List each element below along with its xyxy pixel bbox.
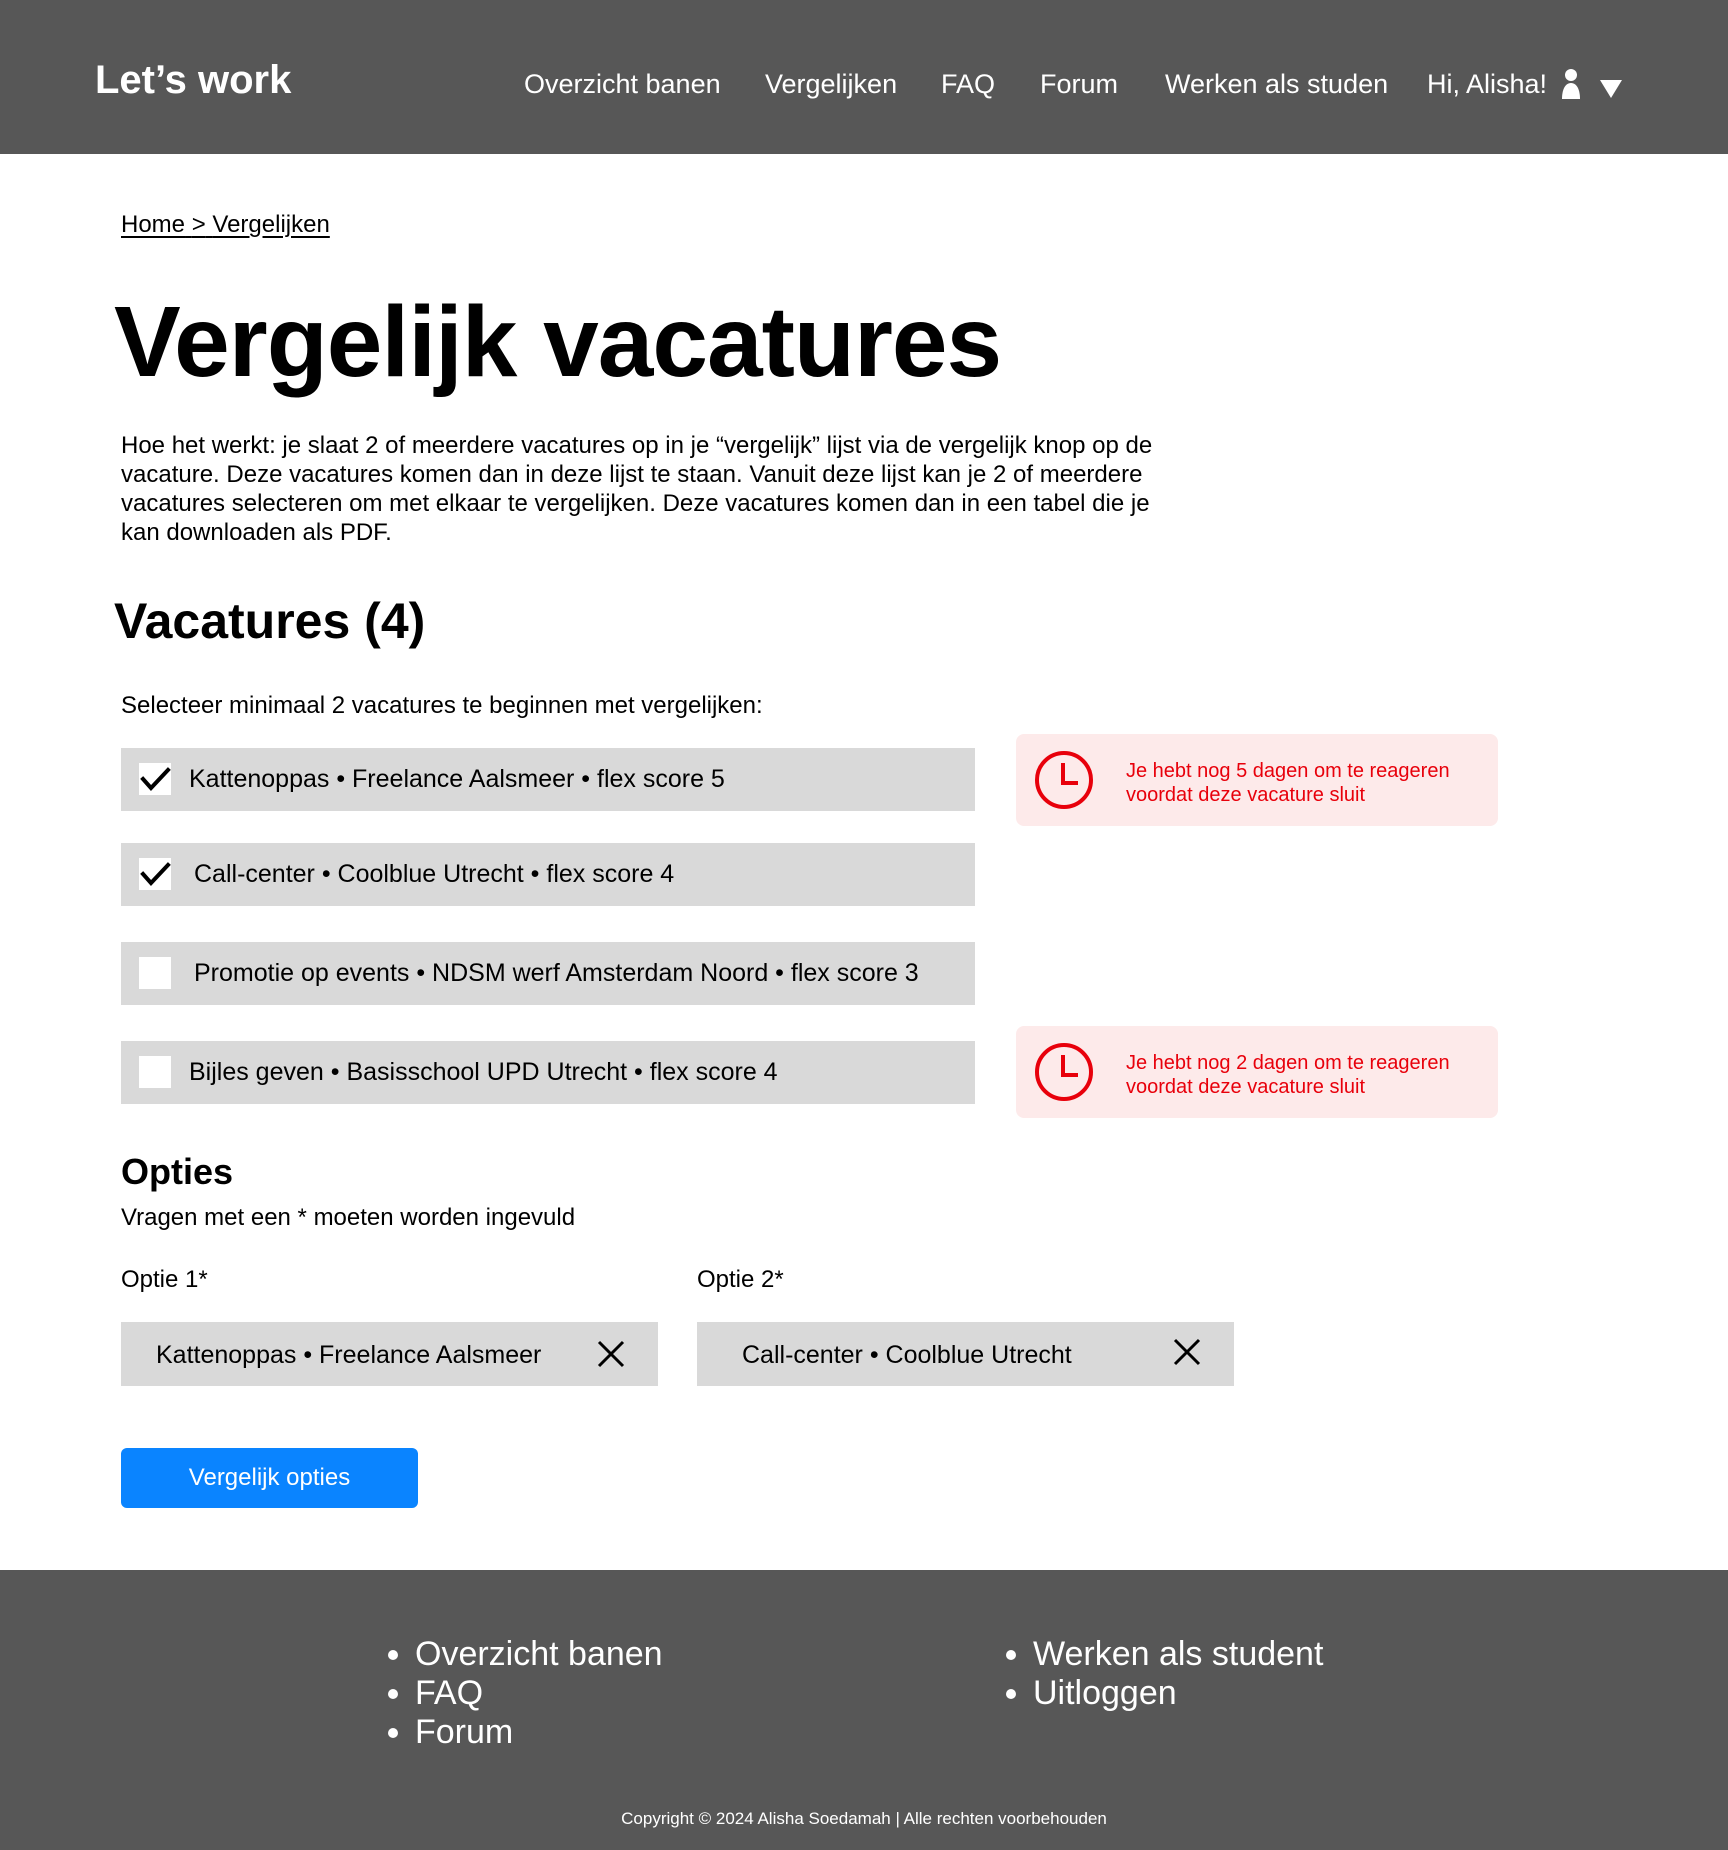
close-icon[interactable] bbox=[1172, 1337, 1202, 1367]
footer-link-overzicht-banen[interactable]: Overzicht banen bbox=[415, 1635, 663, 1674]
breadcrumb-home[interactable]: Home bbox=[121, 211, 185, 238]
optie-1-field[interactable]: Kattenoppas • Freelance Aalsmeer bbox=[121, 1322, 658, 1386]
alert-text: Je hebt nog 5 dagen om te reageren voord… bbox=[1126, 760, 1450, 806]
vacature-row-3[interactable]: Promotie op events • NDSM werf Amsterdam… bbox=[121, 942, 975, 1005]
optie-1-label: Optie 1* bbox=[121, 1266, 208, 1293]
vacature-label: Promotie op events • NDSM werf Amsterdam… bbox=[194, 959, 919, 987]
optie-1-value: Kattenoppas • Freelance Aalsmeer bbox=[156, 1341, 542, 1369]
footer-links-right: Werken als student Uitloggen bbox=[1003, 1635, 1323, 1713]
footer-links-left: Overzicht banen FAQ Forum bbox=[385, 1635, 663, 1752]
select-hint: Selecteer minimaal 2 vacatures te beginn… bbox=[121, 692, 763, 719]
footer-link-werken-als-student[interactable]: Werken als student bbox=[1033, 1635, 1323, 1674]
checkmark-icon bbox=[140, 862, 171, 886]
nav-link-forum[interactable]: Forum bbox=[1040, 71, 1118, 98]
user-greeting[interactable]: Hi, Alisha! bbox=[1427, 71, 1547, 98]
vacature-row-1[interactable]: Kattenoppas • Freelance Aalsmeer • flex … bbox=[121, 748, 975, 811]
dropdown-arrow-icon[interactable] bbox=[1600, 80, 1622, 98]
optie-2-field[interactable]: Call-center • Coolblue Utrecht bbox=[697, 1322, 1234, 1386]
copyright-text: Copyright © 2024 Alisha Soedamah | Alle … bbox=[621, 1809, 1107, 1828]
user-icon[interactable] bbox=[1561, 68, 1581, 100]
clock-icon bbox=[1034, 750, 1094, 810]
footer-link-faq[interactable]: FAQ bbox=[415, 1674, 663, 1713]
checkmark-icon bbox=[140, 767, 171, 791]
optie-2-label: Optie 2* bbox=[697, 1266, 784, 1293]
opties-hint: Vragen met een * moeten worden ingevuld bbox=[121, 1204, 576, 1231]
nav-link-faq[interactable]: FAQ bbox=[941, 71, 995, 98]
vacature-checkbox-1[interactable] bbox=[139, 763, 171, 795]
vacature-label: Bijles geven • Basisschool UPD Utrecht •… bbox=[189, 1058, 778, 1086]
vacature-checkbox-3[interactable] bbox=[139, 957, 171, 989]
vacature-checkbox-2[interactable] bbox=[139, 858, 171, 890]
breadcrumb: Home > Vergelijken bbox=[121, 211, 330, 240]
nav-link-overzicht-banen[interactable]: Overzicht banen bbox=[524, 71, 721, 98]
close-icon[interactable] bbox=[596, 1339, 626, 1369]
vacature-label: Call-center • Coolblue Utrecht • flex sc… bbox=[194, 860, 675, 888]
alert-text: Je hebt nog 2 dagen om te reageren voord… bbox=[1126, 1052, 1450, 1098]
deadline-alert-2: Je hebt nog 2 dagen om te reageren voord… bbox=[1016, 1026, 1498, 1118]
vacature-row-4[interactable]: Bijles geven • Basisschool UPD Utrecht •… bbox=[121, 1041, 975, 1104]
opties-title: Opties bbox=[121, 1151, 234, 1192]
intro-text: Hoe het werkt: je slaat 2 of meerdere va… bbox=[121, 432, 1153, 546]
footer-link-forum[interactable]: Forum bbox=[415, 1713, 663, 1752]
page-title: Vergelijk vacatures bbox=[114, 286, 1002, 398]
nav-link-werken-als-student[interactable]: Werken als studen bbox=[1165, 71, 1388, 98]
footer-link-uitloggen[interactable]: Uitloggen bbox=[1033, 1674, 1323, 1713]
site-logo[interactable]: Let’s work bbox=[95, 60, 291, 100]
deadline-alert-1: Je hebt nog 5 dagen om te reageren voord… bbox=[1016, 734, 1498, 826]
top-navbar: Let’s work Overzicht banen Vergelijken F… bbox=[0, 0, 1728, 154]
compare-options-button[interactable]: Vergelijk opties bbox=[121, 1448, 418, 1508]
clock-icon bbox=[1034, 1042, 1094, 1102]
breadcrumb-separator: > bbox=[191, 211, 206, 238]
breadcrumb-current[interactable]: Vergelijken bbox=[212, 211, 329, 238]
vacature-checkbox-4[interactable] bbox=[139, 1056, 171, 1088]
optie-2-value: Call-center • Coolblue Utrecht bbox=[742, 1341, 1072, 1369]
nav-link-vergelijken[interactable]: Vergelijken bbox=[765, 71, 897, 98]
footer: Overzicht banen FAQ Forum Werken als stu… bbox=[0, 1570, 1728, 1850]
vacature-label: Kattenoppas • Freelance Aalsmeer • flex … bbox=[189, 765, 725, 793]
vacature-row-2[interactable]: Call-center • Coolblue Utrecht • flex sc… bbox=[121, 843, 975, 906]
vacatures-title: Vacatures (4) bbox=[114, 593, 426, 649]
